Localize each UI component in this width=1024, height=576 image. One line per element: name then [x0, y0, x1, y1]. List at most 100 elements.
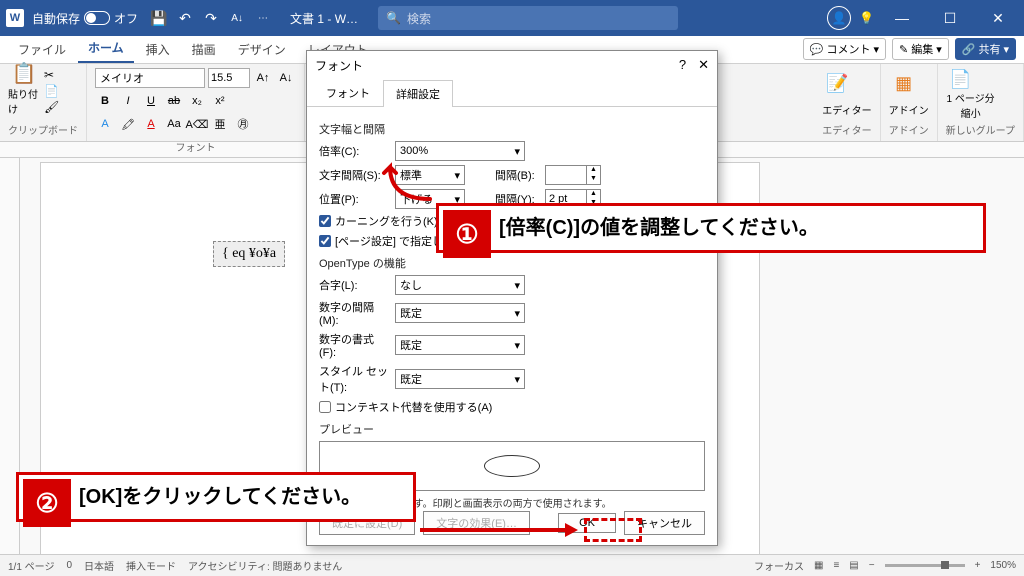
sort-icon[interactable]: A↓ — [226, 7, 248, 29]
font-group: A↑ A↓ B I U ab x₂ x² A 🖍 A Aa A⌫ 亜 ㊊ フォン… — [87, 64, 305, 141]
spacing-pt-label: 間隔(B): — [495, 167, 539, 183]
strike-icon[interactable]: ab — [164, 91, 184, 111]
view-print-icon[interactable]: ▦ — [814, 560, 823, 571]
grow-font-icon[interactable]: A↑ — [253, 68, 273, 88]
dialog-close-icon[interactable]: ✕ — [698, 57, 709, 73]
status-page[interactable]: 1/1 ページ — [8, 558, 54, 573]
num-form-combo[interactable]: 既定▾ — [395, 335, 525, 355]
autosave-toggle[interactable]: 自動保存 オフ — [32, 10, 138, 27]
tab-advanced-page[interactable]: 詳細設定 — [383, 80, 453, 107]
tab-file[interactable]: ファイル — [8, 36, 76, 63]
tab-insert[interactable]: 挿入 — [136, 36, 180, 63]
field-code[interactable]: { eq ¥o¥a — [213, 241, 285, 267]
spacing-section-label: 文字幅と間隔 — [319, 121, 705, 137]
clipboard-label: クリップボード — [8, 122, 78, 137]
status-access[interactable]: アクセシビリティ: 問題ありません — [188, 558, 342, 573]
copy-icon[interactable]: 📄 — [44, 84, 59, 98]
close-icon[interactable]: ✕ — [978, 0, 1018, 36]
account-icon[interactable]: 👤 — [827, 6, 851, 30]
addin-group: ▦ アドイン アドイン — [881, 64, 938, 141]
status-words[interactable]: 0 — [66, 560, 72, 571]
editor-icon[interactable]: 📝 — [822, 68, 852, 98]
arrow-2 — [420, 520, 580, 540]
focus-button[interactable]: フォーカス — [754, 558, 804, 573]
styleset-combo[interactable]: 既定▾ — [395, 369, 525, 389]
zoom-in-icon[interactable]: + — [975, 560, 981, 571]
undo-icon[interactable]: ↶ — [174, 7, 196, 29]
ligature-combo[interactable]: なし▾ — [395, 275, 525, 295]
arrow-1 — [380, 157, 442, 205]
context-alt-checkbox[interactable] — [319, 401, 331, 413]
font-group-label: フォント — [95, 139, 296, 154]
superscript-icon[interactable]: x² — [210, 91, 230, 111]
app-icon: W — [6, 9, 24, 27]
subscript-icon[interactable]: x₂ — [187, 91, 207, 111]
callout-1-text: [倍率(C)]の値を調整してください。 — [499, 217, 819, 239]
callout-2-text: [OK]をクリックしてください。 — [79, 486, 361, 508]
doc-title: 文書 1 - W… — [290, 10, 358, 27]
share-button[interactable]: 🔗 共有 ▾ — [955, 38, 1016, 60]
autosave-label: 自動保存 — [32, 10, 80, 27]
qat-more-icon[interactable]: ⋯ — [252, 7, 274, 29]
text-effect-icon[interactable]: A — [95, 114, 115, 134]
font-size-combo[interactable] — [208, 68, 250, 88]
help-icon[interactable]: ? — [679, 57, 686, 73]
lightbulb-icon[interactable]: 💡 — [859, 11, 874, 25]
redo-icon[interactable]: ↷ — [200, 7, 222, 29]
spacing-label: 文字間隔(S): — [319, 167, 389, 183]
font-color-icon[interactable]: A — [141, 114, 161, 134]
minimize-icon[interactable]: — — [882, 0, 922, 36]
autosave-state: オフ — [114, 10, 138, 27]
status-insert[interactable]: 挿入モード — [126, 558, 176, 573]
search-icon: 🔍 — [386, 11, 401, 25]
format-painter-icon[interactable]: 🖌 — [44, 100, 59, 114]
italic-icon[interactable]: I — [118, 91, 138, 111]
tab-home[interactable]: ホーム — [78, 34, 134, 63]
shrink-font-icon[interactable]: A↓ — [276, 68, 296, 88]
change-case-icon[interactable]: Aa — [164, 114, 184, 134]
font-name-combo[interactable] — [95, 68, 205, 88]
context-alt-check[interactable]: コンテキスト代替を使用する(A) — [319, 399, 705, 415]
phonetic-icon[interactable]: 亜 — [210, 114, 230, 134]
ratio-label: 倍率(C): — [319, 143, 389, 159]
spacing-pt-spin[interactable]: ▲▼ — [545, 165, 601, 185]
tab-draw[interactable]: 描画 — [182, 36, 226, 63]
zoom-slider[interactable] — [885, 564, 965, 567]
cancel-button[interactable]: キャンセル — [624, 511, 705, 535]
editing-button[interactable]: ✎ 編集 ▾ — [892, 38, 949, 60]
callout-1-number: ① — [443, 210, 491, 258]
view-web-icon[interactable]: ▤ — [849, 560, 858, 571]
cut-icon[interactable]: ✂ — [44, 68, 59, 82]
bold-icon[interactable]: B — [95, 91, 115, 111]
tab-design[interactable]: デザイン — [228, 36, 296, 63]
qat: 💾 ↶ ↷ A↓ ⋯ — [148, 7, 274, 29]
kerning-checkbox[interactable] — [319, 215, 331, 227]
shrink-page-icon[interactable]: 📄 — [946, 68, 976, 90]
callout-1: ① [倍率(C)]の値を調整してください。 — [436, 203, 986, 253]
underline-icon[interactable]: U — [141, 91, 161, 111]
ratio-row: 倍率(C): 300%▾ — [319, 141, 705, 161]
num-spacing-combo[interactable]: 既定▾ — [395, 303, 525, 323]
clear-format-icon[interactable]: A⌫ — [187, 114, 207, 134]
dialog-tabs: フォント 詳細設定 — [307, 79, 717, 107]
enclose-icon[interactable]: ㊊ — [233, 114, 253, 134]
styleset-label: スタイル セット(T): — [319, 363, 389, 395]
maximize-icon[interactable]: ☐ — [930, 0, 970, 36]
comments-button[interactable]: 💬 コメント ▾ — [803, 38, 886, 60]
zoom-out-icon[interactable]: − — [869, 560, 875, 571]
toggle-switch[interactable] — [84, 11, 110, 25]
view-read-icon[interactable]: ≡ — [833, 560, 839, 571]
save-icon[interactable]: 💾 — [148, 7, 170, 29]
tab-font-page[interactable]: フォント — [313, 79, 383, 106]
newgroup: 📄 1 ページ分縮小 新しいグループ — [938, 64, 1024, 141]
callout-2: ② [OK]をクリックしてください。 — [16, 472, 416, 522]
zoom-level[interactable]: 150% — [990, 560, 1016, 571]
addin-icon[interactable]: ▦ — [889, 68, 919, 98]
num-spacing-label: 数字の間隔(M): — [319, 299, 389, 327]
pagesetup-checkbox[interactable] — [319, 235, 331, 247]
search-box[interactable]: 🔍 検索 — [378, 6, 678, 30]
preview-label: プレビュー — [319, 421, 705, 437]
paste-button[interactable]: 📋 貼り付け — [8, 68, 40, 108]
highlight-icon[interactable]: 🖍 — [118, 114, 138, 134]
status-lang[interactable]: 日本語 — [84, 558, 114, 573]
